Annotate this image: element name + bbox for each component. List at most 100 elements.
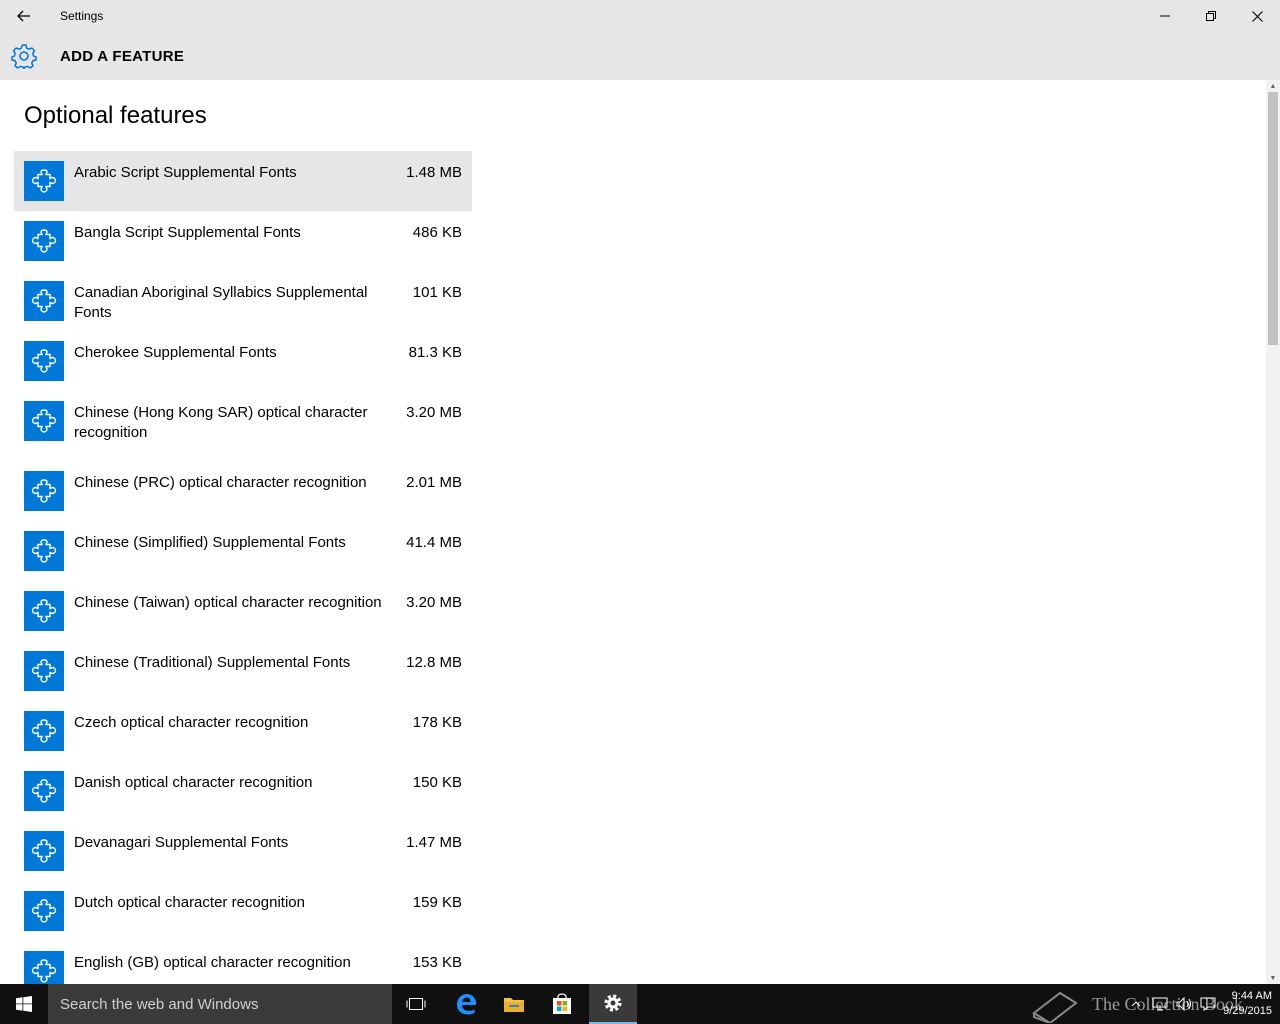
feature-name: Danish optical character recognition xyxy=(74,774,313,791)
puzzle-piece-icon xyxy=(31,479,57,503)
folder-icon xyxy=(504,998,524,1012)
minimize-icon xyxy=(1160,15,1170,17)
feature-name: Cherokee Supplemental Fonts xyxy=(74,344,277,361)
feature-icon xyxy=(24,831,64,871)
feature-icon xyxy=(24,401,64,441)
feature-icon xyxy=(24,341,64,381)
settings-taskbar-button[interactable] xyxy=(589,984,637,1024)
restore-icon xyxy=(1206,11,1216,21)
close-button[interactable] xyxy=(1234,0,1280,32)
action-center-button[interactable] xyxy=(1196,984,1220,1024)
window-controls xyxy=(1142,0,1280,32)
feature-name: Dutch optical character recognition xyxy=(74,894,305,911)
taskbar-search-input[interactable]: Search the web and Windows xyxy=(48,984,392,1024)
feature-row[interactable]: Dutch optical character recognition 159 K… xyxy=(14,881,472,941)
main-content: Optional features Arabic Script Suppleme… xyxy=(0,80,1266,984)
show-hidden-icons-button[interactable] xyxy=(1124,984,1148,1024)
notification-icon xyxy=(1200,997,1216,1011)
feature-size: 1.47 MB xyxy=(406,834,462,851)
feature-row[interactable]: Chinese (Traditional) Supplemental Fonts… xyxy=(14,641,472,701)
store-button[interactable] xyxy=(538,984,586,1024)
feature-row[interactable]: English (GB) optical character recogniti… xyxy=(14,941,472,984)
feature-row[interactable]: Arabic Script Supplemental Fonts 1.48 MB xyxy=(14,151,472,211)
page-title: Optional features xyxy=(24,102,207,129)
feature-icon xyxy=(24,651,64,691)
feature-icon xyxy=(24,221,64,261)
scroll-down-icon[interactable]: ▼ xyxy=(1266,972,1280,984)
feature-size: 101 KB xyxy=(412,284,462,301)
feature-row[interactable]: Canadian Aboriginal Syllabics Supplement… xyxy=(14,271,472,331)
feature-row[interactable]: Bangla Script Supplemental Fonts 486 KB xyxy=(14,211,472,271)
edge-button[interactable] xyxy=(442,984,490,1024)
task-view-icon xyxy=(406,998,426,1010)
puzzle-piece-icon xyxy=(31,409,57,433)
back-arrow-icon xyxy=(17,10,30,22)
volume-button[interactable] xyxy=(1172,984,1196,1024)
minimize-button[interactable] xyxy=(1142,0,1188,32)
store-bag-icon xyxy=(553,993,571,1014)
header-title: ADD A FEATURE xyxy=(60,47,185,65)
vertical-scrollbar[interactable]: ▲ ▼ xyxy=(1266,80,1280,984)
clock-date: 9/29/2015 xyxy=(1223,1005,1272,1017)
network-icon xyxy=(1152,997,1168,1011)
puzzle-piece-icon xyxy=(31,839,57,863)
feature-row[interactable]: Devanagari Supplemental Fonts 1.47 MB xyxy=(14,821,472,881)
feature-icon xyxy=(24,281,64,321)
puzzle-piece-icon xyxy=(31,599,57,623)
back-button[interactable] xyxy=(0,0,48,32)
feature-name: Devanagari Supplemental Fonts xyxy=(74,834,289,851)
feature-name: Chinese (Taiwan) optical character recog… xyxy=(74,594,382,611)
feature-row[interactable]: Cherokee Supplemental Fonts 81.3 KB xyxy=(14,331,472,391)
feature-row[interactable]: Danish optical character recognition 150 … xyxy=(14,761,472,821)
feature-row[interactable]: Chinese (PRC) optical character recognit… xyxy=(14,461,472,521)
feature-row[interactable]: Chinese (Taiwan) optical character recog… xyxy=(14,581,472,641)
file-explorer-button[interactable] xyxy=(490,984,538,1024)
feature-size: 150 KB xyxy=(412,774,462,791)
feature-icon xyxy=(24,951,64,984)
feature-name: Chinese (Traditional) Supplemental Fonts xyxy=(74,654,351,671)
puzzle-piece-icon xyxy=(31,899,57,923)
feature-size: 41.4 MB xyxy=(406,534,462,551)
clock[interactable]: 9:44 AM 9/29/2015 xyxy=(1220,984,1280,1024)
feature-name: Bangla Script Supplemental Fonts xyxy=(74,224,301,241)
feature-row[interactable]: Chinese (Simplified) Supplemental Fonts 4… xyxy=(14,521,472,581)
task-view-button[interactable] xyxy=(392,984,440,1024)
scroll-up-icon[interactable]: ▲ xyxy=(1266,80,1280,92)
settings-gear-icon xyxy=(0,32,48,80)
restore-button[interactable] xyxy=(1188,0,1234,32)
feature-size: 178 KB xyxy=(412,714,462,731)
feature-row[interactable]: Czech optical character recognition 178 K… xyxy=(14,701,472,761)
edge-icon xyxy=(457,994,476,1015)
network-button[interactable] xyxy=(1148,984,1172,1024)
feature-icon xyxy=(24,471,64,511)
window-title: Settings xyxy=(60,9,104,23)
system-tray: 9:44 AM 9/29/2015 xyxy=(1124,984,1280,1024)
windows-logo-icon xyxy=(16,996,32,1012)
feature-icon xyxy=(24,531,64,571)
start-button[interactable] xyxy=(0,984,48,1024)
close-icon xyxy=(1251,10,1263,22)
feature-size: 153 KB xyxy=(412,954,462,971)
puzzle-piece-icon xyxy=(31,719,57,743)
feature-name: Canadian Aboriginal Syllabics Supplement… xyxy=(74,284,368,321)
feature-size: 2.01 MB xyxy=(406,474,462,491)
puzzle-piece-icon xyxy=(31,289,57,313)
feature-size: 3.20 MB xyxy=(406,404,462,421)
feature-icon xyxy=(24,771,64,811)
gear-icon xyxy=(11,44,37,69)
puzzle-piece-icon xyxy=(31,659,57,683)
taskbar: Search the web and Windows The Collectio… xyxy=(0,984,1280,1024)
puzzle-piece-icon xyxy=(31,959,57,983)
scroll-thumb[interactable] xyxy=(1268,92,1278,345)
feature-row[interactable]: Chinese (Hong Kong SAR) optical characte… xyxy=(14,391,472,461)
feature-icon xyxy=(24,891,64,931)
feature-name: Czech optical character recognition xyxy=(74,714,309,731)
feature-size: 486 KB xyxy=(412,224,462,241)
feature-name: Arabic Script Supplemental Fonts xyxy=(74,164,297,181)
feature-name: Chinese (PRC) optical character recognit… xyxy=(74,474,367,491)
feature-icon xyxy=(24,591,64,631)
puzzle-piece-icon xyxy=(31,539,57,563)
feature-list: Arabic Script Supplemental Fonts 1.48 MB B… xyxy=(14,151,472,984)
speaker-icon xyxy=(1176,997,1191,1011)
feature-name: Chinese (Hong Kong SAR) optical characte… xyxy=(74,404,368,441)
